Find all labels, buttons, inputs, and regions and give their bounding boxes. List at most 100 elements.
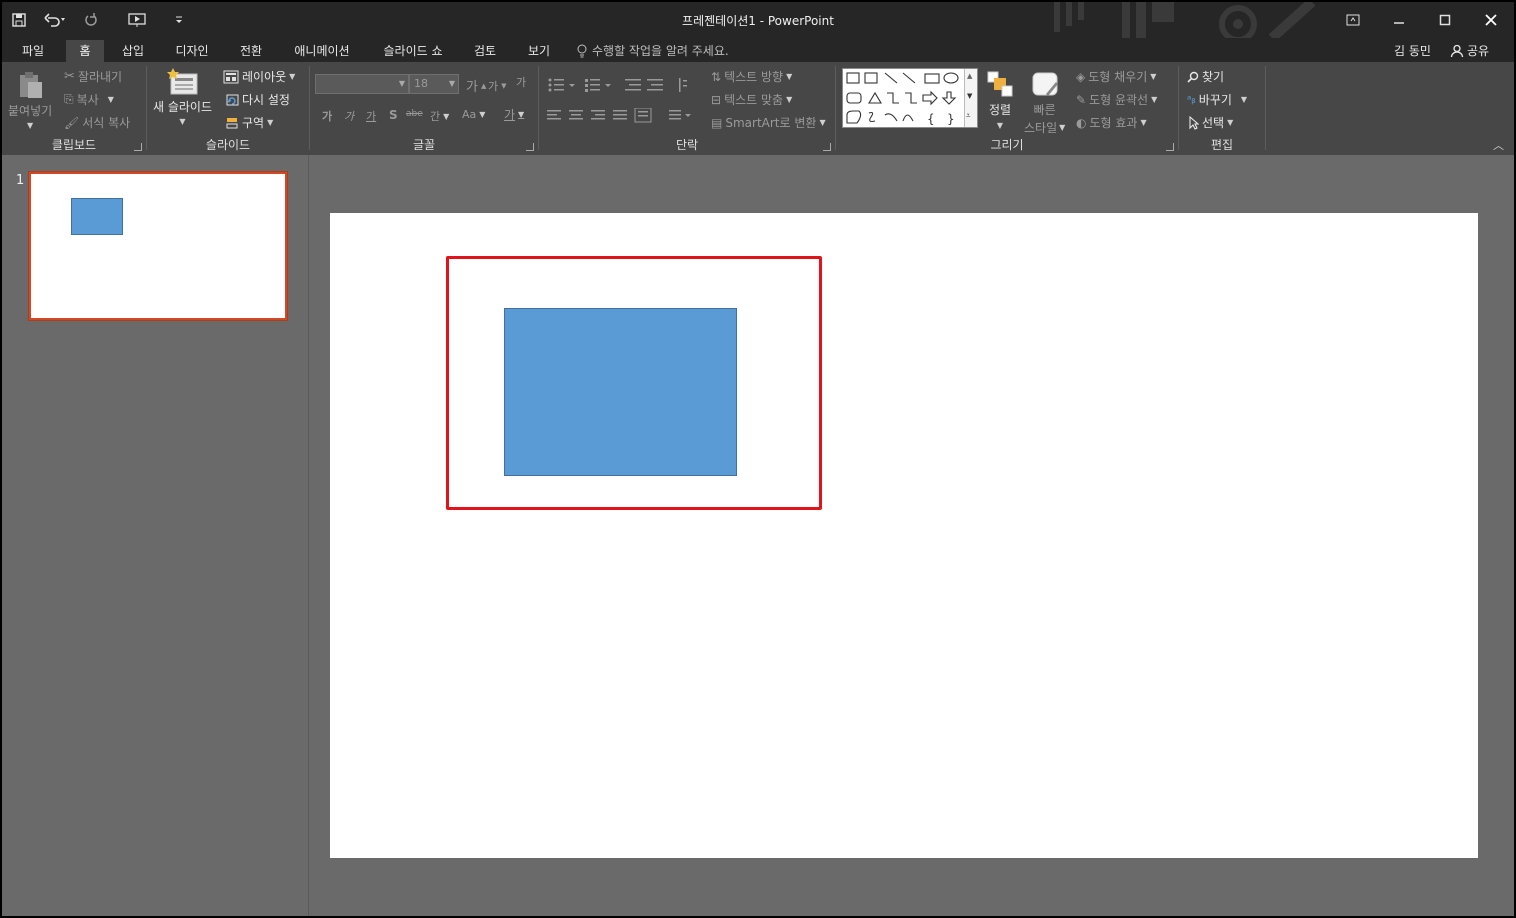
gallery-up-icon[interactable]: ▲ — [967, 72, 972, 80]
undo-icon[interactable] — [36, 2, 74, 38]
strikethrough-button[interactable]: abe — [406, 109, 423, 119]
shadow-button[interactable]: S — [389, 108, 398, 122]
tab-slideshow[interactable]: 슬라이드 쇼 — [374, 40, 452, 62]
align-text-button[interactable]: ⊟ 텍스트 맞춤 ▼ — [711, 91, 792, 108]
share-button[interactable]: 공유 — [1450, 40, 1489, 62]
cut-button[interactable]: ✂ 잘라내기 — [64, 68, 122, 85]
quick-styles-button[interactable]: 빠른 스타일 ▼ — [1024, 70, 1065, 136]
arrange-dropdown-icon: ▼ — [996, 121, 1004, 130]
font-launcher-icon[interactable] — [526, 143, 534, 151]
font-name-dropdown-icon[interactable]: ▼ — [399, 75, 405, 93]
copy-button[interactable]: ⎘ 복사 ▼ — [64, 91, 114, 108]
copy-icon: ⎘ — [64, 92, 74, 106]
font-color-label: 가 — [504, 108, 516, 122]
shape-outline-button[interactable]: ✎ 도형 윤곽선 ▼ — [1076, 91, 1157, 108]
find-button[interactable]: 찾기 — [1187, 68, 1224, 85]
tell-me-box[interactable]: 수행할 작업을 알려 주세요. — [576, 40, 729, 62]
user-name[interactable]: 김 동민 — [1394, 40, 1431, 62]
pen-icon: ✎ — [1076, 92, 1087, 107]
shrink-font-button[interactable]: 가 ▼ — [488, 78, 507, 94]
quick-styles-label-1: 빠른 — [1033, 103, 1056, 117]
grow-font-button[interactable]: 가 ▲ — [466, 76, 486, 95]
reset-icon — [226, 94, 239, 105]
rectangle-shape[interactable] — [504, 308, 737, 476]
tab-transitions[interactable]: 전환 — [230, 40, 272, 62]
tab-view[interactable]: 보기 — [518, 40, 560, 62]
paste-button[interactable]: 붙여넣기 ▼ — [8, 70, 52, 130]
grow-font-label: 가 — [466, 80, 478, 95]
gallery-down-icon[interactable]: ▼ — [967, 92, 972, 100]
ribbon-separator — [1265, 66, 1266, 150]
replace-button[interactable]: ᵃᵦ 바꾸기 ▼ — [1187, 91, 1247, 108]
quick-styles-icon — [1032, 72, 1058, 96]
tab-file[interactable]: 파일 — [12, 40, 54, 62]
new-slide-button[interactable]: 새 슬라이드 ▼ — [153, 68, 212, 126]
select-button[interactable]: 선택 ▼ — [1189, 114, 1233, 131]
align-icons[interactable] — [547, 108, 697, 124]
section-button[interactable]: 구역 ▼ — [225, 114, 273, 131]
underline-label: 가 — [366, 110, 377, 123]
arrange-button[interactable]: 정렬 ▼ — [986, 70, 1014, 130]
quick-styles-label-2: 스타일 — [1024, 121, 1058, 135]
drawing-launcher-icon[interactable] — [1166, 143, 1174, 151]
shape-effects-button[interactable]: ◐ 도형 효과 ▼ — [1076, 114, 1147, 131]
tab-animations[interactable]: 애니메이션 — [284, 40, 360, 62]
group-slides: 새 슬라이드 ▼ 레이아웃 ▼ 다시 설정 구역 ▼ 슬라이드 — [147, 62, 309, 155]
reset-button[interactable]: 다시 설정 — [223, 91, 290, 108]
shape-fill-button[interactable]: ◈ 도형 채우기 ▼ — [1076, 68, 1156, 85]
copy-label: 복사 — [76, 93, 99, 107]
font-size-dropdown-icon[interactable]: ▼ — [449, 75, 455, 93]
paintbrush-icon: 🖌 — [64, 115, 80, 130]
format-painter-button[interactable]: 🖌 서식 복사 — [64, 114, 130, 131]
layout-button[interactable]: 레이아웃 ▼ — [223, 68, 295, 85]
font-size-combo[interactable]: 18 ▼ — [409, 74, 459, 94]
close-icon[interactable] — [1468, 2, 1514, 38]
tell-me-text: 수행할 작업을 알려 주세요. — [592, 44, 729, 58]
ribbon-display-options-icon[interactable] — [1330, 2, 1376, 38]
paragraph-launcher-icon[interactable] — [823, 143, 831, 151]
paste-dropdown-icon: ▼ — [27, 121, 34, 130]
minimize-icon[interactable] — [1376, 2, 1422, 38]
slide-thumbnail[interactable] — [28, 171, 288, 321]
font-color-button[interactable]: 가 ▼ — [504, 106, 524, 123]
section-icon — [226, 117, 238, 128]
shape-fill-label: 도형 채우기 — [1088, 70, 1148, 84]
tab-insert[interactable]: 삽입 — [112, 40, 154, 62]
smartart-button[interactable]: ▤ SmartArt로 변환 ▼ — [711, 114, 826, 131]
group-label-font: 글꼴 — [412, 138, 436, 152]
char-spacing-button[interactable]: 간 ▼ — [430, 108, 449, 124]
change-case-button[interactable]: Aa ▼ — [462, 108, 485, 121]
redo-icon[interactable] — [74, 2, 108, 38]
char-spacing-label: 간 — [430, 110, 441, 123]
tab-home[interactable]: 홈 — [66, 40, 104, 62]
save-icon[interactable] — [2, 2, 36, 38]
smartart-label: SmartArt로 변환 — [725, 116, 817, 130]
tab-review[interactable]: 검토 — [464, 40, 506, 62]
change-case-label: Aa — [462, 108, 477, 121]
maximize-icon[interactable] — [1422, 2, 1468, 38]
slideshow-from-start-icon[interactable] — [120, 2, 154, 38]
bold-button[interactable]: 가 — [322, 108, 332, 124]
collapse-ribbon-icon[interactable]: ︿ — [1493, 137, 1504, 153]
tab-design[interactable]: 디자인 — [166, 40, 218, 62]
font-name-combo[interactable]: ▼ — [315, 74, 409, 94]
shapes-gallery-scrollbar[interactable]: ▲ ▼ ⩡ — [964, 69, 977, 127]
group-label-paragraph: 단락 — [675, 138, 699, 152]
underline-button[interactable]: 가 — [366, 108, 376, 124]
slide-canvas[interactable] — [330, 213, 1478, 858]
layout-icon — [223, 70, 239, 83]
svg-text:{: { — [927, 112, 935, 126]
clipboard-launcher-icon[interactable] — [134, 143, 142, 151]
text-direction-button[interactable]: ⇅ 텍스트 방향 ▼ — [711, 68, 792, 85]
align-text-icon: ⊟ — [711, 92, 722, 107]
char-spacing-dropdown-icon: ▼ — [443, 111, 450, 121]
list-indent-icons[interactable] — [547, 76, 687, 94]
clear-formatting-button[interactable]: 가 — [516, 74, 526, 90]
reset-label: 다시 설정 — [242, 93, 290, 107]
powerpoint-window: 프레젠테이션1 - PowerPoint 파일 홈 삽입 디자인 전환 애니메이… — [2, 2, 1514, 916]
italic-button[interactable]: 가 — [344, 108, 354, 124]
customize-qat-icon[interactable] — [162, 2, 196, 38]
gallery-more-icon[interactable]: ⩡ — [966, 111, 971, 121]
copy-dropdown-icon: ▼ — [107, 95, 114, 104]
shapes-gallery[interactable]: {} ▲ ▼ ⩡ — [842, 68, 978, 128]
